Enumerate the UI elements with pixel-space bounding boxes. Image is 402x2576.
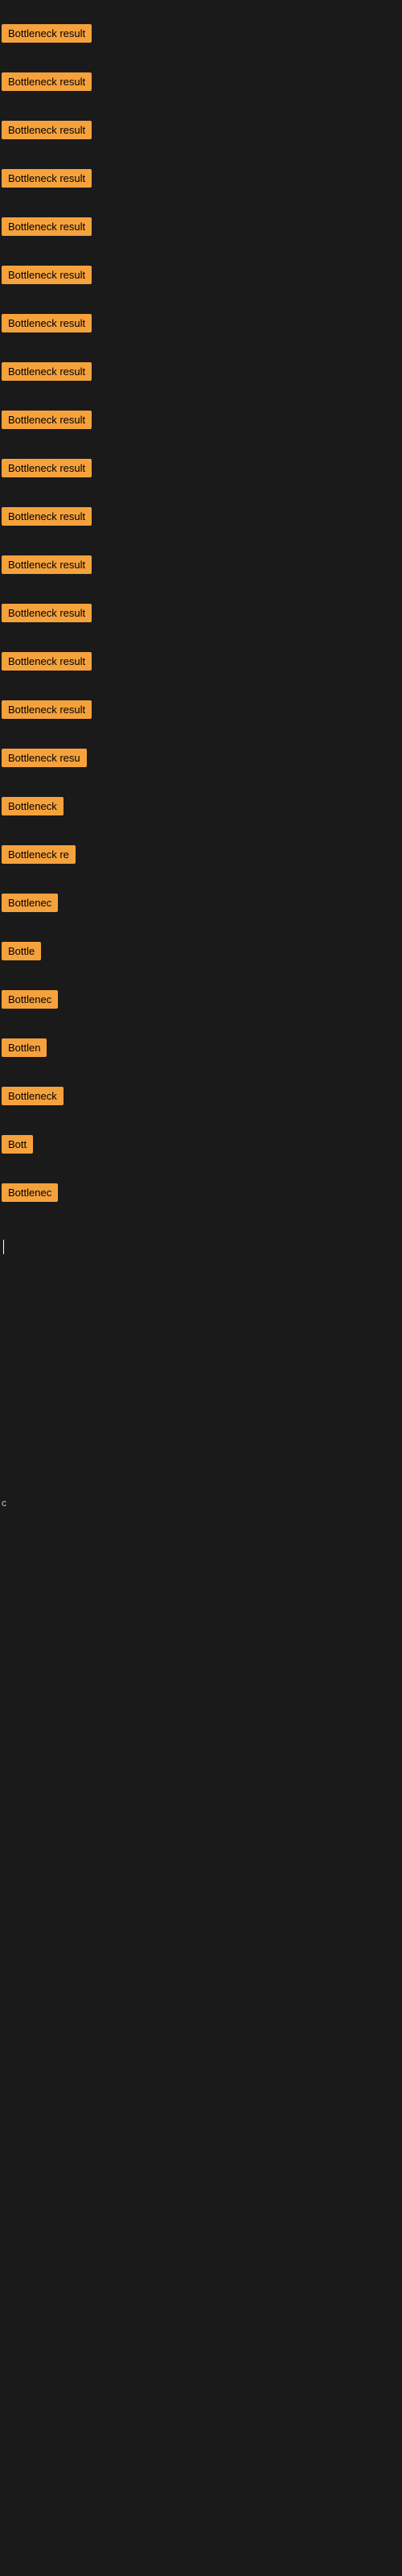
bottleneck-result-item: Bottleneck resu	[2, 749, 87, 767]
bottleneck-result-item: Bottle	[2, 942, 41, 960]
bottleneck-result-item: Bottleneck result	[2, 700, 92, 719]
bottleneck-result-item: Bottleneck result	[2, 362, 92, 381]
bottleneck-result-item: Bottleneck result	[2, 507, 92, 526]
bottleneck-result-item: Bott	[2, 1135, 33, 1154]
bottleneck-result-item: Bottleneck result	[2, 72, 92, 91]
bottleneck-result-item: Bottleneck result	[2, 604, 92, 622]
small-character: c	[2, 1497, 6, 1509]
bottleneck-result-item: Bottleneck result	[2, 314, 92, 332]
text-cursor	[3, 1240, 4, 1254]
bottleneck-result-item: Bottleneck	[2, 797, 64, 815]
bottleneck-result-item: Bottleneck result	[2, 459, 92, 477]
bottleneck-result-item: Bottleneck result	[2, 24, 92, 43]
bottleneck-result-item: Bottleneck	[2, 1087, 64, 1105]
bottleneck-result-item: Bottleneck result	[2, 217, 92, 236]
bottleneck-result-item: Bottleneck result	[2, 652, 92, 671]
bottleneck-result-item: Bottleneck result	[2, 555, 92, 574]
bottleneck-result-item: Bottleneck result	[2, 266, 92, 284]
bottleneck-result-item: Bottleneck result	[2, 411, 92, 429]
bottleneck-result-item: Bottleneck result	[2, 121, 92, 139]
bottleneck-result-item: Bottlenec	[2, 894, 58, 912]
bottleneck-result-item: Bottlenec	[2, 990, 58, 1009]
site-title	[0, 0, 402, 13]
bottleneck-result-item: Bottlenec	[2, 1183, 58, 1202]
bottleneck-result-item: Bottleneck re	[2, 845, 76, 864]
bottleneck-result-item: Bottlen	[2, 1038, 47, 1057]
bottleneck-result-item: Bottleneck result	[2, 169, 92, 188]
